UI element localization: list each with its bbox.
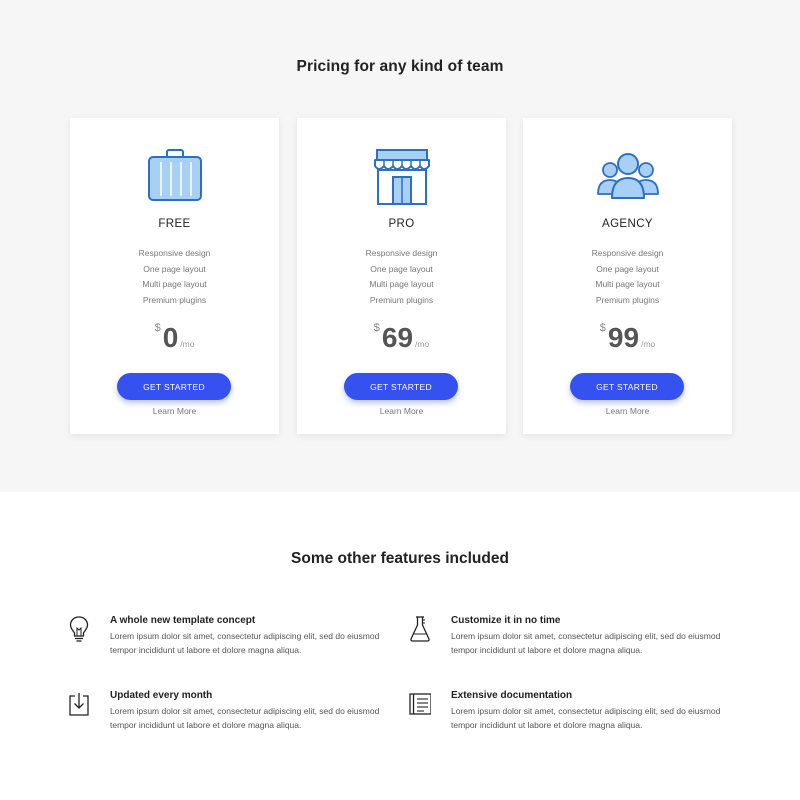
- plan-feature: Premium plugins: [595, 294, 660, 305]
- plan-feature: Responsive design: [138, 248, 211, 258]
- price-period: /mo: [415, 339, 430, 349]
- plan-feature: One page layout: [143, 263, 206, 274]
- plan-features: Responsive design One page layout Multi …: [70, 246, 279, 308]
- price-amount: 0: [162, 322, 179, 353]
- briefcase-icon: [70, 148, 279, 208]
- learn-more-link[interactable]: Learn More: [70, 406, 279, 416]
- features-title: Some other features included: [291, 550, 509, 567]
- lightbulb-icon: [69, 616, 89, 642]
- feature-description: Lorem ipsum dolor sit amet, consectetur …: [110, 706, 380, 730]
- plan-name: FREE: [158, 218, 191, 230]
- pricing-card-agency: AGENCY Responsive design One page layout…: [523, 118, 732, 434]
- price-amount: 99: [607, 322, 640, 353]
- feature-description: Lorem ipsum dolor sit amet, consectetur …: [451, 631, 721, 655]
- pricing-section: Pricing for any kind of team FREE Respon…: [0, 0, 800, 492]
- price-period: /mo: [641, 339, 656, 349]
- price-amount: 69: [381, 322, 414, 353]
- team-icon: [523, 148, 732, 208]
- plan-feature: Multi page layout: [595, 279, 660, 289]
- plan-feature: Multi page layout: [142, 279, 207, 289]
- flask-icon: [410, 616, 430, 642]
- get-started-button[interactable]: GET STARTED: [344, 373, 458, 400]
- plan-feature: Responsive design: [591, 248, 664, 258]
- feature-title: Updated every month: [110, 690, 213, 701]
- plan-features: Responsive design One page layout Multi …: [297, 246, 506, 308]
- price-currency: $: [154, 322, 161, 334]
- learn-more-link[interactable]: Learn More: [523, 406, 732, 416]
- feature-description: Lorem ipsum dolor sit amet, consectetur …: [451, 706, 721, 730]
- get-started-button[interactable]: GET STARTED: [117, 373, 231, 400]
- plan-features: Responsive design One page layout Multi …: [523, 246, 732, 308]
- document-icon: [409, 693, 431, 715]
- plan-price: $ 0 /mo: [70, 318, 279, 354]
- storefront-icon: [297, 148, 506, 208]
- price-period: /mo: [180, 339, 195, 349]
- pricing-title: Pricing for any kind of team: [296, 58, 504, 75]
- learn-more-link[interactable]: Learn More: [297, 406, 506, 416]
- plan-feature: One page layout: [596, 263, 659, 274]
- feature-title: A whole new template concept: [110, 615, 256, 626]
- feature-title: Extensive documentation: [451, 690, 573, 701]
- feature-item: Updated every month Lorem ipsum dolor si…: [68, 690, 388, 750]
- plan-price: $ 69 /mo: [297, 318, 506, 354]
- plan-feature: Multi page layout: [369, 279, 434, 289]
- feature-title: Customize it in no time: [451, 615, 561, 626]
- plan-price: $ 99 /mo: [523, 318, 732, 354]
- pricing-card-pro: PRO Responsive design One page layout Mu…: [297, 118, 506, 434]
- plan-feature: Responsive design: [365, 248, 438, 258]
- plan-feature: Premium plugins: [142, 294, 207, 305]
- pricing-card-free: FREE Responsive design One page layout M…: [70, 118, 279, 434]
- feature-item: Extensive documentation Lorem ipsum dolo…: [409, 690, 729, 750]
- price-currency: $: [599, 322, 606, 334]
- download-icon: [69, 693, 89, 716]
- feature-item: A whole new template concept Lorem ipsum…: [68, 615, 388, 675]
- plan-feature: One page layout: [370, 263, 433, 274]
- plan-name: AGENCY: [602, 218, 653, 230]
- get-started-button[interactable]: GET STARTED: [570, 373, 684, 400]
- plan-name: PRO: [388, 218, 415, 230]
- feature-description: Lorem ipsum dolor sit amet, consectetur …: [110, 631, 380, 655]
- feature-item: Customize it in no time Lorem ipsum dolo…: [409, 615, 729, 675]
- price-currency: $: [373, 322, 380, 334]
- plan-feature: Premium plugins: [369, 294, 434, 305]
